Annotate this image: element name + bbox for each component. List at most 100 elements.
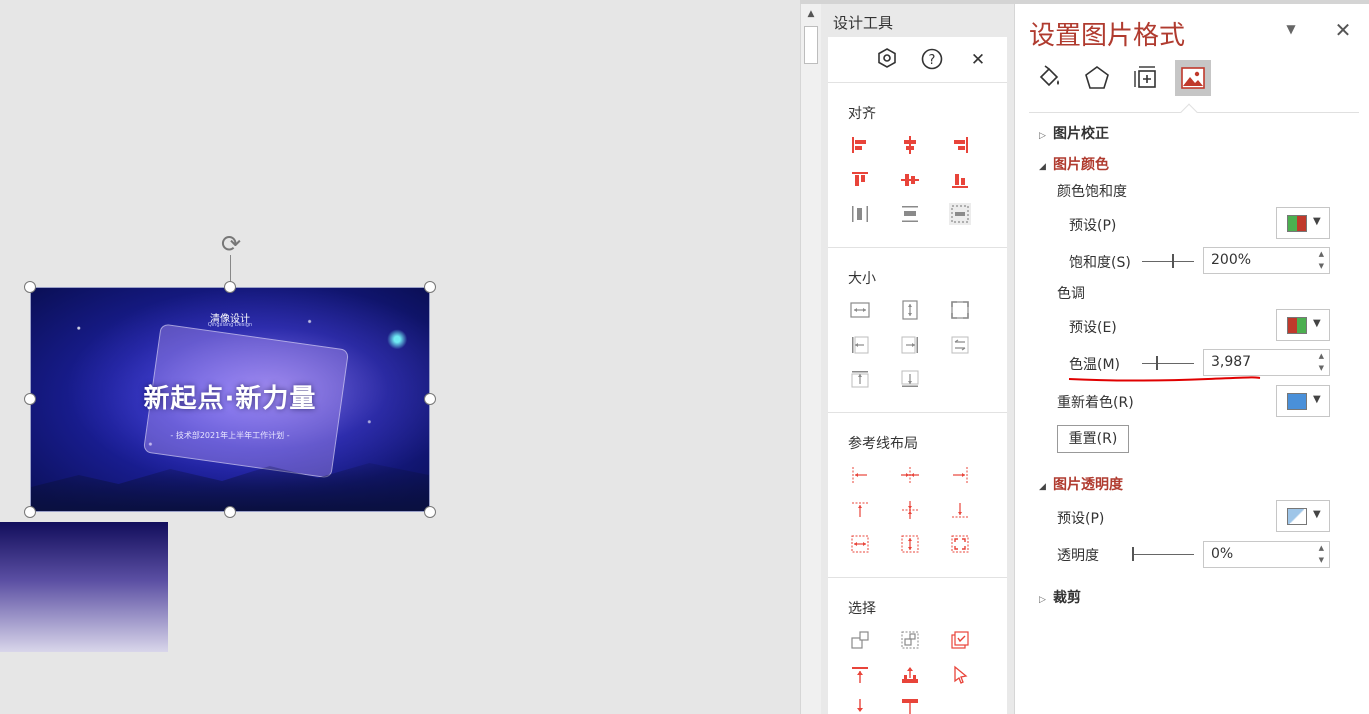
align-middle-icon[interactable] bbox=[899, 169, 921, 191]
section-crop[interactable]: ▷ 裁剪 bbox=[1039, 587, 1081, 607]
tone-preset-button[interactable]: ▼ bbox=[1276, 309, 1330, 341]
align-section-title: 对齐 bbox=[848, 106, 876, 122]
resize-handle-bottom-left[interactable] bbox=[24, 506, 36, 518]
transparency-spinbox[interactable]: 0% ▲ ▼ bbox=[1203, 541, 1330, 568]
resize-handle-bottom-right[interactable] bbox=[424, 506, 436, 518]
transparency-slider-track bbox=[1132, 554, 1194, 555]
select-same-size-icon[interactable] bbox=[899, 629, 921, 651]
distribute-vertical-icon[interactable] bbox=[899, 203, 921, 225]
vertical-scrollbar[interactable]: ▲ bbox=[800, 4, 821, 714]
align-bottom-icon[interactable] bbox=[949, 169, 971, 191]
scroll-thumb[interactable] bbox=[804, 26, 818, 64]
align-right-icon[interactable] bbox=[949, 134, 971, 156]
align-to-slide-icon[interactable] bbox=[949, 203, 971, 225]
bring-to-top-icon[interactable] bbox=[849, 664, 871, 686]
resize-handle-top[interactable] bbox=[224, 281, 236, 293]
slide-subtitle: - 技术部2021年上半年工作计划 - bbox=[170, 431, 290, 440]
guide-bottom-icon[interactable] bbox=[949, 499, 971, 521]
guide-fill-width-icon[interactable] bbox=[849, 533, 871, 555]
align-left-icon[interactable] bbox=[849, 134, 871, 156]
resize-handle-bottom[interactable] bbox=[224, 506, 236, 518]
extend-bottom-icon[interactable] bbox=[899, 368, 921, 390]
resize-handle-left[interactable] bbox=[24, 393, 36, 405]
resize-handle-top-left[interactable] bbox=[24, 281, 36, 293]
pane-close-icon[interactable]: ✕ bbox=[1331, 18, 1355, 42]
section-picture-corrections[interactable]: ▷ 图片校正 bbox=[1039, 123, 1109, 143]
rotate-handle-icon[interactable]: ⟳ bbox=[216, 230, 246, 258]
reset-button[interactable]: 重置(R) bbox=[1057, 425, 1129, 453]
extend-right-icon[interactable] bbox=[899, 334, 921, 356]
swap-icon[interactable] bbox=[949, 334, 971, 356]
guide-center-vertical-icon[interactable] bbox=[899, 499, 921, 521]
size-section: 大小 bbox=[828, 248, 1007, 413]
slide-brand-sub: Qingxiang Design bbox=[207, 322, 253, 328]
spin-down-icon[interactable]: ▼ bbox=[1319, 556, 1324, 564]
section-picture-transparency[interactable]: ◢ 图片透明度 bbox=[1039, 474, 1123, 494]
transparency-slider[interactable] bbox=[1132, 547, 1194, 561]
fill-line-tab[interactable] bbox=[1031, 60, 1067, 96]
transparency-label: 透明度 bbox=[1057, 548, 1099, 564]
saturation-slider-knob[interactable] bbox=[1172, 254, 1174, 268]
settings-hexagon-icon[interactable] bbox=[875, 48, 899, 72]
extend-top-icon[interactable] bbox=[849, 368, 871, 390]
align-top-icon[interactable] bbox=[849, 169, 871, 191]
extend-left-icon[interactable] bbox=[849, 334, 871, 356]
section-picture-color[interactable]: ◢ 图片颜色 bbox=[1039, 154, 1109, 174]
help-icon[interactable]: ? bbox=[920, 48, 944, 72]
guide-right-icon[interactable] bbox=[949, 464, 971, 486]
paint-bucket-icon bbox=[1039, 65, 1059, 87]
guide-top-icon[interactable] bbox=[849, 499, 871, 521]
spin-up-icon[interactable]: ▲ bbox=[1319, 250, 1324, 258]
slide-canvas[interactable]: ⟳ 清像设计 Qingxiang Design 新起点·新力量 - 技术部202… bbox=[0, 0, 800, 714]
transparency-slider-knob[interactable] bbox=[1132, 547, 1134, 561]
saturation-spinbox[interactable]: 200% ▲ ▼ bbox=[1203, 247, 1330, 274]
scroll-up-arrow-icon[interactable]: ▲ bbox=[801, 4, 821, 24]
effects-tab[interactable] bbox=[1079, 60, 1115, 96]
guide-left-icon[interactable] bbox=[849, 464, 871, 486]
size-properties-tab[interactable] bbox=[1127, 60, 1163, 96]
saturation-preset-icon bbox=[1287, 215, 1307, 232]
select-check-icon[interactable] bbox=[949, 629, 971, 651]
format-picture-pane: 设置图片格式 ▼ ✕ ▷ 图片校正 ◢ 图片颜色 颜色饱和度 预设(P) ▼ 饱和度… bbox=[1014, 4, 1369, 714]
select-same-type-icon[interactable] bbox=[849, 629, 871, 651]
spin-up-icon[interactable]: ▲ bbox=[1319, 352, 1324, 360]
svg-text:?: ? bbox=[929, 53, 936, 68]
send-backward-icon[interactable] bbox=[899, 696, 921, 714]
tone-group-label: 色调 bbox=[1057, 286, 1085, 302]
send-to-bottom-icon[interactable] bbox=[849, 696, 871, 714]
spin-down-icon[interactable]: ▼ bbox=[1319, 262, 1324, 270]
gradient-shape[interactable] bbox=[0, 522, 168, 652]
recolor-button[interactable]: ▼ bbox=[1276, 385, 1330, 417]
distribute-horizontal-icon[interactable] bbox=[849, 203, 871, 225]
resize-handle-top-right[interactable] bbox=[424, 281, 436, 293]
align-center-icon[interactable] bbox=[899, 134, 921, 156]
pentagon-icon bbox=[1085, 66, 1109, 89]
same-size-icon[interactable] bbox=[949, 299, 971, 321]
saturation-slider[interactable] bbox=[1142, 254, 1194, 268]
resize-handle-right[interactable] bbox=[424, 393, 436, 405]
align-section: 对齐 bbox=[828, 83, 1007, 248]
picture-tab[interactable] bbox=[1175, 60, 1211, 96]
select-section-title: 选择 bbox=[848, 601, 876, 617]
guide-center-horizontal-icon[interactable] bbox=[899, 464, 921, 486]
chevron-down-icon: ▼ bbox=[1313, 509, 1321, 520]
recolor-picture-icon bbox=[1287, 393, 1307, 410]
guide-fill-all-icon[interactable] bbox=[949, 533, 971, 555]
transparency-preset-button[interactable]: ▼ bbox=[1276, 500, 1330, 532]
size-properties-icon bbox=[1134, 66, 1156, 88]
saturation-group-label: 颜色饱和度 bbox=[1057, 184, 1127, 200]
pane-options-dropdown-icon[interactable]: ▼ bbox=[1281, 22, 1301, 42]
same-height-icon[interactable] bbox=[899, 299, 921, 321]
collapse-arrow-icon: ◢ bbox=[1039, 162, 1046, 172]
same-width-icon[interactable] bbox=[849, 299, 871, 321]
spin-down-icon[interactable]: ▼ bbox=[1319, 364, 1324, 372]
saturation-preset-button[interactable]: ▼ bbox=[1276, 207, 1330, 239]
selected-picture[interactable]: 清像设计 Qingxiang Design 新起点·新力量 - 技术部2021年… bbox=[30, 287, 430, 512]
close-icon[interactable]: ✕ bbox=[966, 48, 990, 72]
transparency-value: 0% bbox=[1211, 546, 1234, 562]
temperature-slider-track bbox=[1142, 363, 1194, 364]
bring-forward-icon[interactable] bbox=[899, 664, 921, 686]
guide-fill-height-icon[interactable] bbox=[899, 533, 921, 555]
select-pointer-icon[interactable] bbox=[949, 664, 971, 686]
spin-up-icon[interactable]: ▲ bbox=[1319, 544, 1324, 552]
